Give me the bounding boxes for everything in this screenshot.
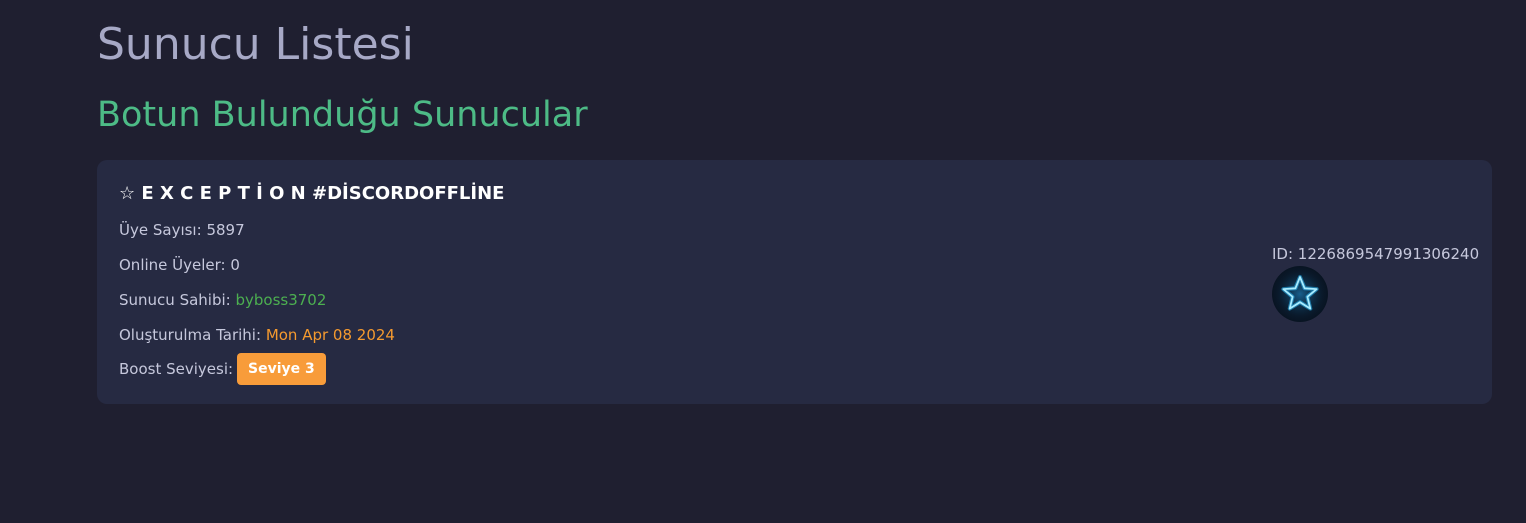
created-date-row: Oluşturulma Tarihi: Mon Apr 08 2024 bbox=[119, 325, 395, 345]
member-count-value: 5897 bbox=[206, 221, 245, 239]
server-id: ID: 1226869547991306240 bbox=[1272, 245, 1480, 263]
page-title: Sunucu Listesi bbox=[97, 19, 414, 70]
server-owner-value: byboss3702 bbox=[235, 291, 327, 309]
online-members-value: 0 bbox=[230, 256, 240, 274]
neon-star-icon bbox=[1274, 268, 1326, 320]
created-date-label: Oluşturulma Tarihi: bbox=[119, 326, 262, 344]
online-members-row: Online Üyeler: 0 bbox=[119, 255, 240, 275]
server-avatar bbox=[1272, 266, 1328, 322]
server-name: ☆ E X C E P T İ O N #DİSCORDOFFLİNE bbox=[119, 183, 505, 204]
server-card: ☆ E X C E P T İ O N #DİSCORDOFFLİNE Üye … bbox=[97, 160, 1492, 404]
boost-level-row: Boost Seviyesi: Seviye 3 bbox=[119, 353, 326, 385]
server-owner-row: Sunucu Sahibi: byboss3702 bbox=[119, 290, 326, 310]
boost-level-badge: Seviye 3 bbox=[237, 353, 326, 385]
section-title: Botun Bulunduğu Sunucular bbox=[97, 95, 588, 135]
page: Sunucu Listesi Botun Bulunduğu Sunucular… bbox=[0, 0, 1526, 523]
created-date-value: Mon Apr 08 2024 bbox=[265, 326, 395, 344]
member-count-label: Üye Sayısı: bbox=[119, 221, 202, 239]
boost-level-label: Boost Seviyesi: bbox=[119, 360, 234, 378]
member-count-row: Üye Sayısı: 5897 bbox=[119, 220, 245, 240]
online-members-label: Online Üyeler: bbox=[119, 256, 226, 274]
server-owner-label: Sunucu Sahibi: bbox=[119, 291, 231, 309]
